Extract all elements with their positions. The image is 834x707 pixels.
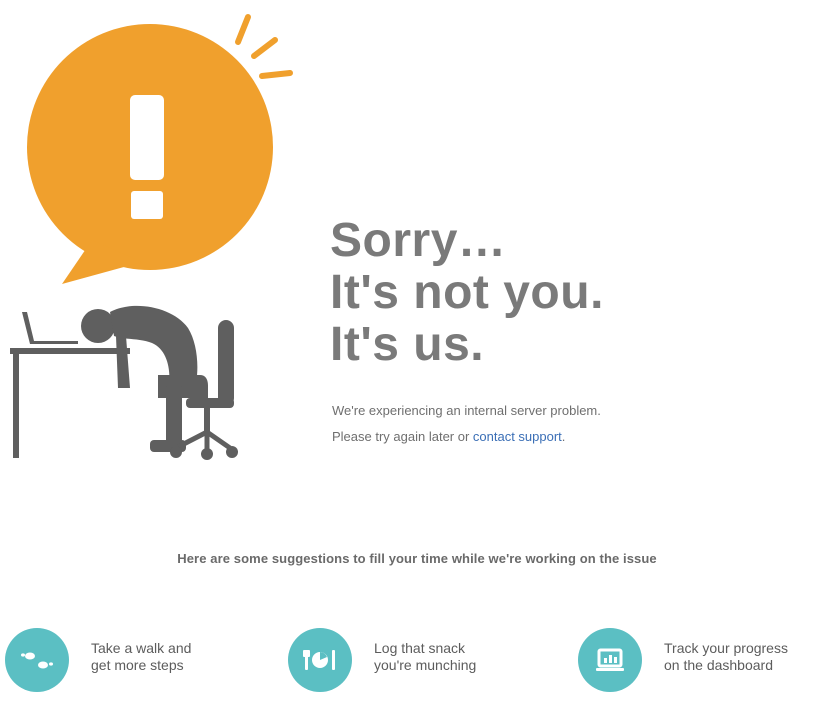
headline-line-1: Sorry… [330,214,507,267]
suggestion-take-a-walk[interactable]: Take a walk and get more steps [5,626,251,694]
suggestion-line-2: on the dashboard [664,657,773,673]
suggestion-line-1: Take a walk and [91,640,192,656]
suggestion-line-1: Log that snack [374,640,466,656]
suggestion-log-snack[interactable]: Log that snack you're munching [288,626,534,694]
suggestion-track-progress[interactable]: Track your progress on the dashboard [578,626,824,694]
message-line-2-prefix: Please try again later or [332,429,473,444]
message-line-1: We're experiencing an internal server pr… [332,403,601,418]
suggestion-text: Log that snack you're munching [374,640,534,674]
contact-support-link[interactable]: contact support [473,429,562,444]
error-message: We're experiencing an internal server pr… [332,398,601,450]
shine-lines-icon [235,14,293,79]
slumped-person-icon [81,305,208,452]
suggestion-line-2: get more steps [91,657,184,673]
message-line-2-suffix: . [561,429,566,444]
headline-line-2: It's not you. [330,266,604,319]
suggestion-text: Track your progress on the dashboard [664,640,824,674]
footsteps-icon [5,628,69,692]
dashboard-monitor-icon [578,628,642,692]
suggestion-line-1: Track your progress [664,640,788,656]
alert-bubble-icon [27,24,273,284]
food-plate-icon [288,628,352,692]
suggestions-heading: Here are some suggestions to fill your t… [177,551,657,566]
suggestion-text: Take a walk and get more steps [91,640,251,674]
error-headline: Sorry… It's not you. It's us. [330,215,604,371]
message-line-2: Please try again later or contact suppor… [332,424,601,450]
headline-line-3: It's us. [330,318,485,371]
suggestion-line-2: you're munching [374,657,477,673]
error-illustration [10,14,293,460]
